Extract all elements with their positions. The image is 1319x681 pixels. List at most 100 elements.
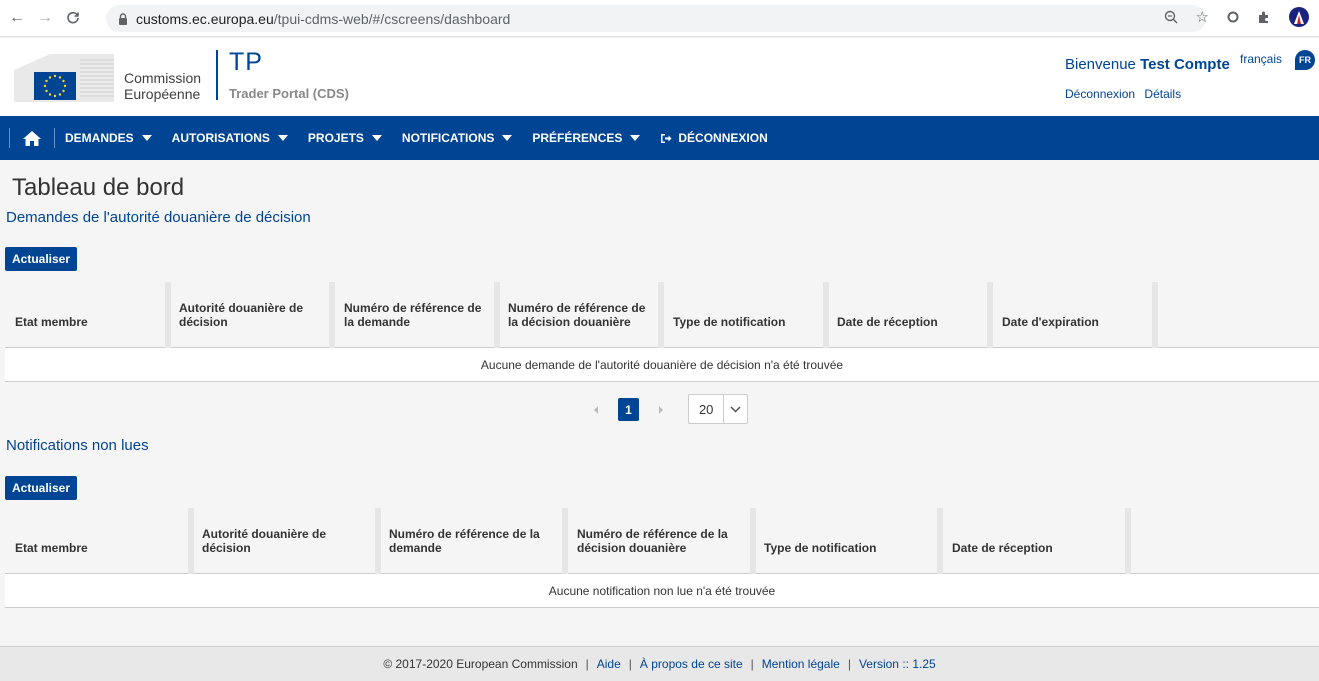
column-header-label: Etat membre xyxy=(15,315,88,330)
column-header[interactable]: Etat membre xyxy=(5,282,171,348)
caret-down-icon xyxy=(141,135,152,141)
column-header[interactable]: Numéro de référence de la décision douan… xyxy=(567,508,756,574)
details-link[interactable]: Détails xyxy=(1144,87,1181,101)
next-page-icon[interactable] xyxy=(657,405,665,414)
address-bar[interactable]: customs.ec.europa.eu/tpui-cdms-web/#/csc… xyxy=(106,5,1206,32)
refresh-button[interactable]: Actualiser xyxy=(5,247,78,271)
column-header[interactable]: Numéro de référence de la décision douan… xyxy=(498,282,664,348)
site-header: Commission Européenne TP Trader Portal (… xyxy=(0,38,1319,116)
column-header[interactable]: Type de notification xyxy=(663,282,829,348)
caret-down-icon xyxy=(630,135,641,141)
commission-name-line1: Commission xyxy=(124,70,202,86)
browser-toolbar: ← → customs.ec.europa.eu/tpui-cdms-web/#… xyxy=(0,0,1319,37)
footer-help-link[interactable]: Aide xyxy=(597,657,621,671)
column-header[interactable]: Numéro de référence de la demande xyxy=(379,508,568,574)
nav-notifications-label: NOTIFICATIONS xyxy=(401,131,495,145)
empty-table-message: Aucune notification non lue n'a été trou… xyxy=(5,575,1319,608)
decisions-table: Etat membre Autorité douanière de décisi… xyxy=(5,282,1319,382)
forward-icon[interactable]: → xyxy=(34,7,56,29)
page-button-current[interactable]: 1 xyxy=(618,398,639,421)
column-header-label: Type de notification xyxy=(764,541,877,556)
column-header-label: Autorité douanière de décision xyxy=(179,301,304,330)
nav-logout[interactable]: DÉCONNEXION xyxy=(650,131,777,145)
home-icon[interactable] xyxy=(10,130,54,147)
footer-separator: | xyxy=(750,657,754,671)
pagination: 1 20 xyxy=(592,394,748,424)
url-path: /tpui-cdms-web/#/cscreens/dashboard xyxy=(273,10,511,27)
table-header: Etat membre Autorité douanière de décisi… xyxy=(5,508,1319,574)
column-header[interactable]: Autorité douanière de décision xyxy=(192,508,381,574)
column-header-label: Numéro de référence de la demande xyxy=(344,301,482,330)
caret-down-icon xyxy=(371,135,382,141)
sign-out-icon xyxy=(661,133,672,143)
empty-table-message: Aucune demande de l'autorité douanière d… xyxy=(5,349,1319,382)
prev-page-icon[interactable] xyxy=(592,405,600,414)
logout-link[interactable]: Déconnexion xyxy=(1065,87,1135,101)
reload-icon[interactable] xyxy=(62,7,84,29)
footer-separator: | xyxy=(585,657,589,671)
column-header-label: Date de réception xyxy=(952,541,1053,556)
refresh-button[interactable]: Actualiser xyxy=(5,476,78,500)
column-header-label: Type de notification xyxy=(673,315,786,330)
nav-demandes-label: DEMANDES xyxy=(65,131,134,145)
lock-icon xyxy=(119,12,127,25)
app-subtitle: Trader Portal (CDS) xyxy=(229,86,349,101)
column-header[interactable]: Date de réception xyxy=(942,508,1131,574)
column-header-label: Date de réception xyxy=(837,315,938,330)
column-separator xyxy=(1152,282,1158,348)
footer-separator: | xyxy=(628,657,632,671)
bookmark-star-icon[interactable]: ☆ xyxy=(1196,8,1209,26)
chevron-down-icon xyxy=(723,395,747,423)
column-header-label: Numéro de référence de la décision douan… xyxy=(508,301,646,330)
column-header[interactable]: Autorité douanière de décision xyxy=(169,282,335,348)
footer: © 2017-2020 European Commission | Aide |… xyxy=(0,646,1319,681)
nav-autorisations[interactable]: AUTORISATIONS xyxy=(162,131,298,145)
footer-copyright: © 2017-2020 European Commission xyxy=(383,657,578,671)
logo-divider xyxy=(216,50,218,100)
footer-about-link[interactable]: À propos de ce site xyxy=(640,657,743,671)
language-selector[interactable]: français xyxy=(1240,52,1282,66)
zoom-icon[interactable] xyxy=(1164,10,1178,24)
nav-autorisations-label: AUTORISATIONS xyxy=(171,131,270,145)
nav-logout-label: DÉCONNEXION xyxy=(678,131,768,145)
section-title-unread-notifications: Notifications non lues xyxy=(6,437,149,454)
main-navigation: DEMANDES AUTORISATIONS PROJETS NOTIFICAT… xyxy=(0,116,1319,160)
page-title: Tableau de bord xyxy=(12,174,185,201)
footer-legal-link[interactable]: Mention légale xyxy=(762,657,840,671)
column-header[interactable]: Type de notification xyxy=(754,508,943,574)
extensions-puzzle-icon[interactable] xyxy=(1257,10,1271,24)
nav-notifications[interactable]: NOTIFICATIONS xyxy=(392,131,522,145)
nav-projets-label: PROJETS xyxy=(307,131,364,145)
column-header-label: Etat membre xyxy=(15,541,88,556)
commission-name-line2: Européenne xyxy=(124,86,201,102)
welcome-message: Bienvenue Test Compte xyxy=(1065,56,1230,73)
column-header[interactable]: Date d'expiration xyxy=(992,282,1158,348)
nav-demandes[interactable]: DEMANDES xyxy=(55,131,162,145)
language-badge[interactable]: FR xyxy=(1295,50,1315,70)
page-size-select[interactable]: 20 xyxy=(688,394,748,424)
column-header[interactable]: Etat membre xyxy=(5,508,194,574)
footer-version: Version :: 1.25 xyxy=(858,657,936,671)
column-header-label: Numéro de référence de la décision douan… xyxy=(577,527,728,556)
nav-preferences-label: PRÉFÉRENCES xyxy=(532,131,623,145)
nav-preferences[interactable]: PRÉFÉRENCES xyxy=(522,131,650,145)
url-host: customs.ec.europa.eu xyxy=(136,10,274,27)
nav-projets[interactable]: PROJETS xyxy=(298,131,392,145)
table-header: Etat membre Autorité douanière de décisi… xyxy=(5,282,1319,348)
user-name: Test Compte xyxy=(1140,56,1230,73)
app-title: TP xyxy=(229,48,263,76)
back-icon[interactable]: ← xyxy=(6,7,28,29)
column-header[interactable]: Numéro de référence de la demande xyxy=(334,282,500,348)
column-header-label: Numéro de référence de la demande xyxy=(389,527,540,556)
section-title-decisions: Demandes de l'autorité douanière de déci… xyxy=(6,209,311,226)
page-size-value: 20 xyxy=(698,401,714,417)
notifications-table: Etat membre Autorité douanière de décisi… xyxy=(5,508,1319,608)
column-header[interactable]: Date de réception xyxy=(827,282,993,348)
welcome-prefix: Bienvenue xyxy=(1065,56,1136,73)
extension-circle-icon[interactable] xyxy=(1227,11,1239,23)
profile-avatar-icon[interactable] xyxy=(1289,7,1309,27)
column-separator xyxy=(1125,508,1131,574)
caret-down-icon xyxy=(277,135,288,141)
caret-down-icon xyxy=(502,135,513,141)
column-header-label: Autorité douanière de décision xyxy=(202,527,327,556)
